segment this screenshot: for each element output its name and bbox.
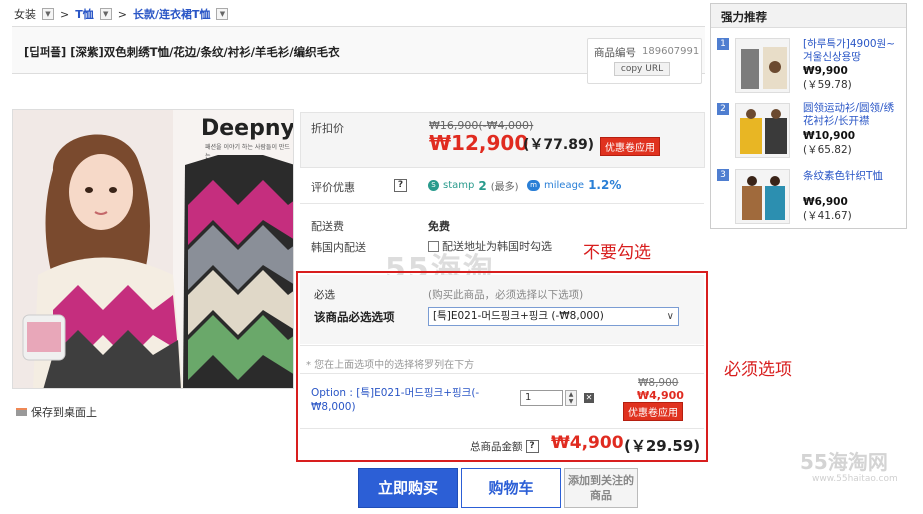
breadcrumb-separator: > bbox=[60, 7, 70, 21]
quantity-stepper[interactable]: ▲ ▼ bbox=[565, 390, 577, 406]
save-to-desktop-link[interactable]: 保存到桌面上 bbox=[16, 404, 97, 420]
watermark-logo: 55海淘网 bbox=[800, 450, 888, 474]
recommend-item-price: ₩10,900 bbox=[803, 130, 856, 142]
stamp-icon: S bbox=[428, 180, 439, 191]
chevron-down-icon: ∨ bbox=[666, 311, 674, 322]
option-coupon-button[interactable]: 优惠卷应用 bbox=[623, 402, 683, 421]
watermark-url: www.55haitao.com bbox=[812, 474, 898, 484]
sale-price: ₩12,900 bbox=[429, 131, 529, 155]
required-label: 必选 bbox=[314, 289, 335, 301]
chevron-down-icon[interactable]: ▼ bbox=[216, 8, 229, 20]
option-select[interactable]: [특]E021-머드핑크+핑크 (-₩8,000) ∨ bbox=[428, 307, 679, 326]
product-code-label: 商品编号 bbox=[594, 47, 636, 59]
annotation-must-option: 必须选项 bbox=[724, 360, 792, 380]
recommend-item-price: ₩6,900 bbox=[803, 196, 848, 208]
recommend-item-image[interactable] bbox=[735, 38, 790, 93]
stamp-value: 2 bbox=[478, 178, 487, 193]
product-thumbnail bbox=[736, 104, 789, 157]
total-label: 总商品金额 bbox=[470, 441, 523, 453]
mileage-label: mileage bbox=[544, 179, 585, 191]
chevron-down-icon[interactable]: ▼ bbox=[42, 8, 54, 20]
breadcrumb-tshirt[interactable]: T恤 bbox=[75, 6, 94, 22]
mileage-info: m mileage 1.2% bbox=[527, 178, 621, 192]
selected-option-item[interactable]: Option : [특]E021-머드핑크+핑크(-₩8,000) bbox=[311, 386, 507, 414]
selection-note: * 您在上面选项中的选择将罗列在下方 bbox=[306, 360, 475, 371]
benefit-label: 评价优惠 bbox=[311, 181, 355, 194]
product-code-value: 189607991 bbox=[642, 46, 700, 57]
quantity-input[interactable]: 1 bbox=[520, 390, 563, 406]
divider bbox=[300, 373, 704, 374]
rank-badge: 2 bbox=[717, 103, 729, 115]
help-icon[interactable]: ? bbox=[394, 179, 407, 192]
breadcrumb-separator: > bbox=[117, 7, 127, 21]
breadcrumb-long-tshirt[interactable]: 长款/连衣裙T恤 bbox=[133, 6, 211, 22]
spin-up-icon[interactable]: ▲ bbox=[566, 391, 576, 398]
must-select-label: 该商品必选选项 bbox=[314, 310, 395, 324]
option-price: ₩4,900 bbox=[637, 389, 684, 402]
total-price-cny: (￥29.59) bbox=[624, 437, 701, 455]
mileage-value: 1.2% bbox=[588, 178, 622, 192]
spin-down-icon[interactable]: ▼ bbox=[566, 398, 576, 405]
recommend-item-price-cny: (￥59.78) bbox=[803, 79, 852, 91]
recommend-item-image[interactable] bbox=[735, 103, 790, 158]
add-to-cart-button[interactable]: 购物车 bbox=[461, 468, 561, 508]
copy-url-button[interactable]: copy URL bbox=[614, 62, 670, 76]
mileage-icon: m bbox=[527, 179, 540, 191]
breadcrumb: 女装 ▼ > T恤 ▼ > 长款/连衣裙T恤 ▼ bbox=[14, 6, 229, 22]
brand-logo-text: Deepny bbox=[201, 116, 294, 141]
recommend-item-price: ₩9,900 bbox=[803, 65, 848, 77]
divider bbox=[300, 428, 704, 429]
shipping-fee-label: 配送费 bbox=[311, 220, 344, 233]
product-title: [딥퍼플] [深紫]双色刺绣T恤/花边/条纹/衬衫/羊毛衫/编织毛衣 bbox=[24, 45, 340, 59]
breadcrumb-women[interactable]: 女装 bbox=[14, 6, 36, 22]
sale-price-cny: (￥77.89) bbox=[523, 137, 595, 153]
rank-badge: 1 bbox=[717, 38, 729, 50]
rank-badge: 3 bbox=[717, 169, 729, 181]
option-select-value: [특]E021-머드핑크+핑크 (-₩8,000) bbox=[433, 310, 604, 322]
save-to-desktop-label: 保存到桌面上 bbox=[31, 406, 97, 419]
add-to-favorites-button[interactable]: 添加到关注的商品 bbox=[564, 468, 638, 508]
help-icon[interactable]: ? bbox=[525, 440, 539, 453]
coupon-apply-button[interactable]: 优惠卷应用 bbox=[600, 137, 660, 156]
discount-price-label: 折扣价 bbox=[311, 122, 344, 135]
recommend-item-price-cny: (￥65.82) bbox=[803, 144, 852, 156]
recommend-item-name[interactable]: [하루특가]4900원~겨울신상용땅 bbox=[803, 38, 903, 64]
product-image[interactable]: Deepny 패션을 이야기 하는 사람들이 만드는 bbox=[12, 109, 294, 389]
recommend-title: 强力推荐 bbox=[711, 4, 906, 28]
divider bbox=[300, 203, 704, 204]
buy-now-button[interactable]: 立即购买 bbox=[358, 468, 458, 508]
recommend-item-name[interactable]: 条纹素色针织T恤 bbox=[803, 170, 903, 183]
chevron-down-icon[interactable]: ▼ bbox=[99, 8, 112, 20]
stamp-info: S stamp 2 (最多) bbox=[428, 178, 519, 193]
annotation-dont-check: 不要勾选 bbox=[583, 243, 651, 263]
option-original-price: ₩8,900 bbox=[638, 377, 679, 389]
product-thumbnail bbox=[736, 39, 789, 92]
korea-shipping-label: 韩国内配送 bbox=[311, 241, 366, 254]
stamp-max: (最多) bbox=[490, 182, 519, 193]
recommend-item-image[interactable] bbox=[735, 169, 790, 224]
required-hint: (购买此商品，必须选择以下选项) bbox=[428, 289, 584, 301]
recommend-item-name[interactable]: 圆领运动衫/圆领/绣花衬衫/长开襟 bbox=[803, 102, 903, 128]
recommend-item-price-cny: (￥41.67) bbox=[803, 210, 852, 222]
product-thumbnail bbox=[736, 170, 789, 223]
shipping-fee-value: 免费 bbox=[428, 220, 450, 233]
brand-tagline: 패션을 이야기 하는 사람들이 만드는 bbox=[205, 144, 290, 160]
stamp-label: stamp bbox=[443, 180, 475, 191]
monitor-icon bbox=[16, 408, 27, 416]
close-icon[interactable]: ✕ bbox=[584, 393, 594, 403]
total-label-group: 总商品金额 ? bbox=[470, 439, 539, 454]
total-price: ₩4,900 bbox=[551, 433, 624, 453]
divider bbox=[300, 345, 704, 346]
